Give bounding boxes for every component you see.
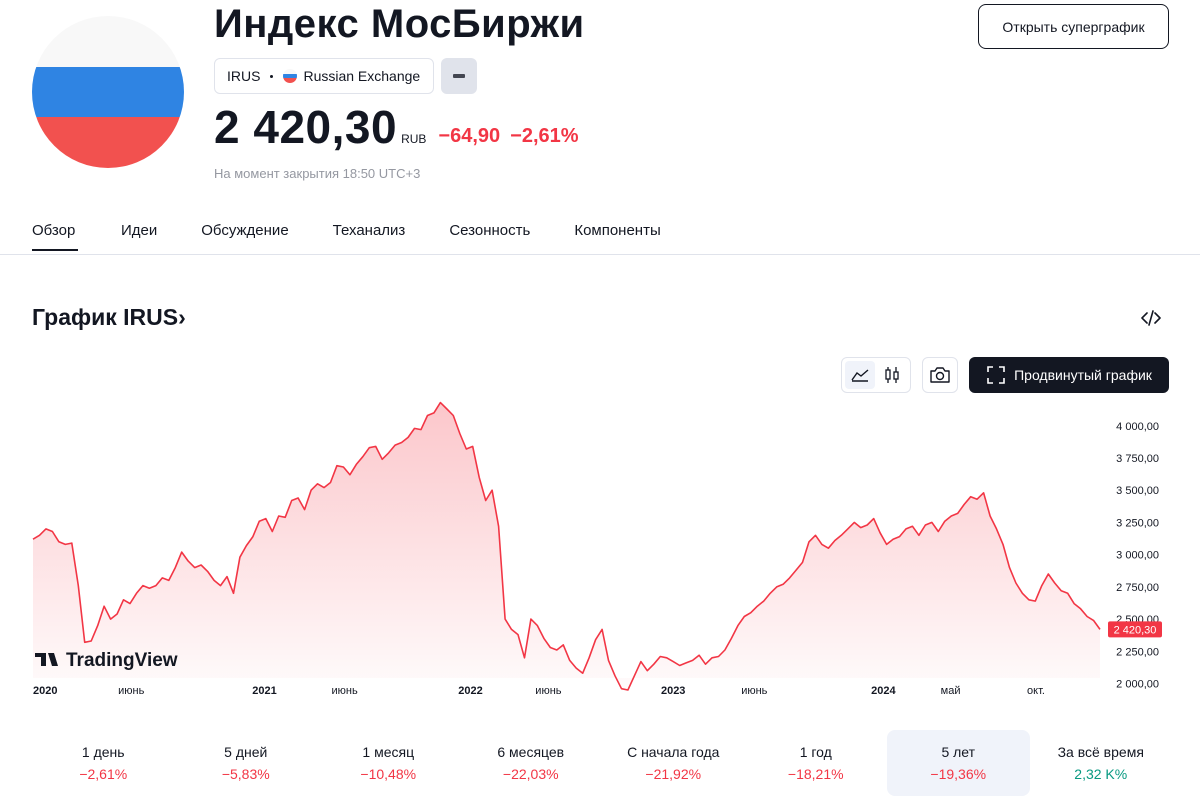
price-chart[interactable]: 2 000,002 250,002 500,002 750,003 000,00…	[0, 400, 1200, 700]
x-tick-label: 2024	[871, 685, 896, 697]
x-tick-label: июнь	[535, 685, 561, 697]
area-chart-button[interactable]	[845, 361, 875, 389]
exchange-label: Russian Exchange	[303, 68, 421, 84]
price-change-percent: −2,61%	[510, 125, 579, 147]
y-tick-label: 2 250,00	[1116, 646, 1159, 658]
x-tick-label: июнь	[118, 685, 144, 697]
watermark-text: TradingView	[66, 650, 178, 671]
flag-band-blue	[32, 66, 184, 118]
y-tick-label: 3 000,00	[1116, 550, 1159, 562]
tabs-divider	[0, 254, 1200, 255]
price-tag-label: 2 420,30	[1114, 624, 1157, 636]
x-tick-label: май	[941, 685, 961, 697]
separator-dot	[270, 74, 274, 78]
section-tabs: Обзор Идеи Обсуждение Теханализ Сезоннос…	[32, 222, 661, 251]
x-tick-label: июнь	[331, 685, 357, 697]
tab-overview[interactable]: Обзор	[32, 222, 78, 251]
flag-band-red	[32, 117, 184, 168]
period-item[interactable]: За всё время 2,32 K%	[1030, 730, 1173, 796]
period-label: 5 дней	[224, 744, 268, 760]
currency-label: RUB	[401, 132, 427, 146]
period-value: 2,32 K%	[1074, 766, 1128, 782]
x-tick-label: 2021	[252, 685, 276, 697]
chart-title-link[interactable]: График IRUS›	[32, 304, 186, 331]
y-tick-label: 3 500,00	[1116, 485, 1159, 497]
y-tick-label: 2 750,00	[1116, 582, 1159, 594]
open-supergraph-button[interactable]: Открыть суперграфик	[978, 4, 1169, 49]
period-label: 1 день	[81, 744, 125, 760]
tab-seasonality[interactable]: Сезонность	[449, 222, 530, 251]
advanced-chart-button[interactable]: Продвинутый график	[969, 357, 1169, 393]
x-tick-label: 2023	[661, 685, 685, 697]
price-row: 2 420,30 RUB −64,90 −2,61%	[214, 104, 579, 150]
period-item[interactable]: 1 месяц −10,48%	[317, 730, 460, 796]
y-tick-label: 3 250,00	[1116, 517, 1159, 529]
snapshot-button[interactable]	[922, 357, 958, 393]
last-price: 2 420,30	[214, 101, 398, 153]
period-label: 5 лет	[941, 744, 976, 760]
y-tick-label: 4 000,00	[1116, 421, 1159, 433]
x-tick-label: 2020	[33, 685, 57, 697]
period-label: За всё время	[1057, 744, 1144, 760]
advanced-chart-label: Продвинутый график	[1014, 367, 1152, 383]
area-chart-icon	[851, 369, 869, 382]
page-title: Индекс МосБиржи	[214, 2, 585, 46]
period-label: 1 месяц	[362, 744, 415, 760]
period-item[interactable]: С начала года −21,92%	[602, 730, 745, 796]
x-tick-label: 2022	[458, 685, 482, 697]
remove-watchlist-button[interactable]	[441, 58, 477, 94]
period-value: −21,92%	[645, 766, 702, 782]
period-item[interactable]: 5 дней −5,83%	[175, 730, 318, 796]
tab-components[interactable]: Компоненты	[574, 222, 660, 251]
period-item[interactable]: 5 лет −19,36%	[887, 730, 1030, 796]
period-value: −10,48%	[360, 766, 417, 782]
minus-icon	[453, 74, 465, 78]
period-value: −2,61%	[79, 766, 128, 782]
fullscreen-icon	[987, 366, 1005, 384]
series-area-fill	[33, 402, 1100, 690]
period-item[interactable]: 1 год −18,21%	[745, 730, 888, 796]
x-tick-label: окт.	[1027, 685, 1045, 697]
ticker-exchange-chip[interactable]: IRUS Russian Exchange	[214, 58, 434, 94]
period-value: −5,83%	[221, 766, 270, 782]
period-label: 1 год	[799, 744, 832, 760]
y-tick-label: 3 750,00	[1116, 453, 1159, 465]
period-value: −18,21%	[787, 766, 844, 782]
index-logo	[32, 16, 184, 168]
current-price-tag: 2 420,30	[1108, 621, 1162, 638]
period-label: 6 месяцев	[497, 744, 565, 760]
period-value: −22,03%	[502, 766, 559, 782]
candlestick-icon	[885, 367, 899, 383]
embed-code-icon[interactable]	[1139, 306, 1163, 330]
chart-title-text: График IRUS	[32, 304, 179, 330]
tab-discussion[interactable]: Обсуждение	[201, 222, 288, 251]
tab-ideas[interactable]: Идеи	[121, 222, 157, 251]
market-close-note: На момент закрытия 18:50 UTC+3	[214, 166, 421, 181]
camera-icon	[930, 367, 950, 383]
russia-flag-icon	[283, 69, 298, 83]
ticker-label: IRUS	[227, 68, 261, 84]
flag-band-white	[32, 16, 184, 67]
candles-chart-button[interactable]	[877, 361, 907, 389]
x-tick-label: июнь	[741, 685, 767, 697]
performance-periods: 1 день −2,61% 5 дней −5,83% 1 месяц −10,48% 6 …	[32, 730, 1172, 796]
period-label: С начала года	[627, 744, 720, 760]
period-item[interactable]: 6 месяцев −22,03%	[460, 730, 603, 796]
tab-technicals[interactable]: Теханализ	[333, 222, 406, 251]
chevron-right-icon: ›	[178, 304, 186, 330]
price-change: −64,90	[438, 125, 501, 147]
chart-type-switcher	[841, 357, 911, 393]
period-value: −19,36%	[930, 766, 987, 782]
y-tick-label: 2 000,00	[1116, 679, 1159, 691]
period-item[interactable]: 1 день −2,61%	[32, 730, 175, 796]
